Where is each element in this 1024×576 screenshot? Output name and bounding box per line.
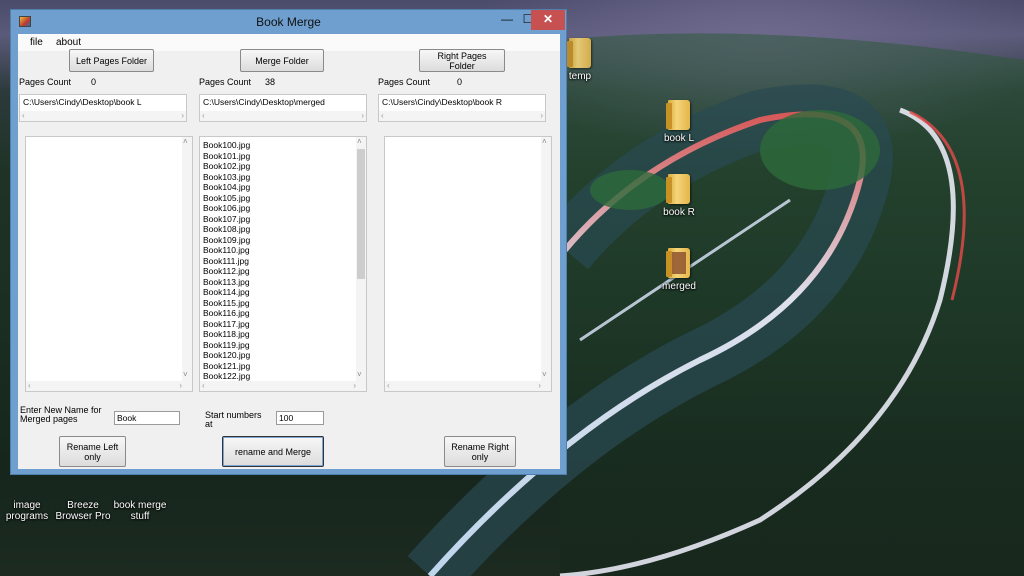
list-item[interactable]: Book108.jpg (203, 224, 250, 235)
new-name-input[interactable]: Book (114, 411, 180, 425)
left-path-field[interactable]: C:\Users\Cindy\Desktop\book L ‹ › (19, 94, 187, 122)
list-item[interactable]: Book113.jpg (203, 277, 250, 288)
list-item[interactable]: Book102.jpg (203, 161, 250, 172)
scroll-left-icon[interactable]: ‹ (381, 111, 384, 121)
title-bar[interactable]: Book Merge — ☐ ✕ (11, 10, 566, 33)
horizontal-scrollbar[interactable]: ‹ › (26, 381, 184, 391)
folder-icon (666, 248, 690, 278)
desktop-icon-merged[interactable]: merged (644, 248, 714, 292)
desktop-icon-book-merge-stuff[interactable]: book merge stuff (105, 470, 175, 522)
scroll-right-icon[interactable]: › (179, 381, 182, 391)
right-pages-count-label: Pages Count (378, 77, 431, 87)
window-client-area: file about Left Pages Folder Merge Folde… (18, 34, 560, 469)
scroll-up-icon[interactable]: ˄ (357, 137, 362, 146)
left-files-list[interactable]: ˄ ˅ ‹ › (25, 136, 193, 392)
list-item[interactable]: Book107.jpg (203, 214, 250, 225)
merge-pages-count-value: 38 (265, 77, 276, 87)
right-path-field[interactable]: C:\Users\Cindy\Desktop\book R ‹ › (378, 94, 546, 122)
horizontal-scrollbar[interactable]: ‹ › (20, 111, 186, 121)
scroll-up-icon[interactable]: ˄ (183, 137, 188, 146)
list-item[interactable]: Book122.jpg (203, 371, 250, 382)
merged-files-list[interactable]: Book100.jpg Book101.jpg Book102.jpg Book103… (199, 136, 367, 392)
right-files-list[interactable]: ˄ ˅ ‹ › (384, 136, 552, 392)
horizontal-scrollbar[interactable]: ‹ › (200, 381, 358, 391)
left-pages-count-value: 0 (91, 77, 97, 87)
rename-and-merge-button[interactable]: rename and Merge (222, 436, 324, 467)
list-item[interactable]: Book109.jpg (203, 235, 250, 246)
list-item[interactable]: Book105.jpg (203, 193, 250, 204)
scroll-down-icon[interactable]: ˅ (357, 370, 362, 379)
scroll-right-icon[interactable]: › (540, 111, 543, 121)
desktop-icon-book-r[interactable]: book R (644, 174, 714, 218)
folder-icon (666, 174, 690, 204)
merge-path-text: C:\Users\Cindy\Desktop\merged (203, 97, 325, 107)
horizontal-scrollbar[interactable]: ‹ › (379, 111, 545, 121)
list-item[interactable]: Book117.jpg (203, 319, 250, 330)
list-item[interactable]: Book111.jpg (203, 256, 249, 267)
menu-file[interactable]: file (30, 37, 43, 48)
list-item[interactable]: Book121.jpg (203, 361, 250, 372)
scroll-left-icon[interactable]: ‹ (202, 111, 205, 121)
vertical-scrollbar[interactable]: ˄ ˅ (541, 137, 551, 391)
start-numbers-label: Start numbers at (205, 410, 262, 429)
menu-about[interactable]: about (56, 37, 81, 48)
scroll-left-icon[interactable]: ‹ (387, 381, 390, 391)
merge-folder-button[interactable]: Merge Folder (240, 49, 324, 72)
folder-icon (567, 38, 591, 68)
list-item[interactable]: Book115.jpg (203, 298, 250, 309)
start-number-input[interactable]: 100 (276, 411, 324, 425)
list-item[interactable]: Book114.jpg (203, 287, 250, 298)
desktop-icon-label: image programs (5, 500, 49, 522)
right-path-text: C:\Users\Cindy\Desktop\book R (382, 97, 502, 107)
horizontal-scrollbar[interactable]: ‹ › (200, 111, 366, 121)
horizontal-scrollbar[interactable]: ‹ › (385, 381, 543, 391)
scroll-right-icon[interactable]: › (353, 381, 356, 391)
list-item[interactable]: Book118.jpg (203, 329, 250, 340)
scroll-right-icon[interactable]: › (361, 111, 364, 121)
book-merge-window: Book Merge — ☐ ✕ file about Left Pages F… (10, 9, 567, 475)
list-item[interactable]: Book100.jpg (203, 140, 250, 151)
right-pages-folder-button[interactable]: Right Pages Folder (419, 49, 505, 72)
window-title: Book Merge (256, 15, 321, 29)
desktop-icon-label: merged (662, 281, 696, 292)
list-item[interactable]: Book104.jpg (203, 182, 250, 193)
list-item[interactable]: Book119.jpg (203, 340, 250, 351)
scroll-left-icon[interactable]: ‹ (22, 111, 25, 121)
scroll-right-icon[interactable]: › (538, 381, 541, 391)
desktop-icon-label: book R (663, 207, 695, 218)
scroll-up-icon[interactable]: ˄ (542, 137, 547, 146)
list-item[interactable]: Book116.jpg (203, 308, 250, 319)
list-item[interactable]: Book106.jpg (203, 203, 250, 214)
desktop-icon-label: Breeze Browser Pro (55, 500, 111, 522)
right-pages-count-value: 0 (457, 77, 463, 87)
desktop-icon-label: book L (663, 133, 695, 144)
list-item[interactable]: Book103.jpg (203, 172, 250, 183)
list-item[interactable]: Book120.jpg (203, 350, 250, 361)
scroll-right-icon[interactable]: › (181, 111, 184, 121)
list-item[interactable]: Book112.jpg (203, 266, 250, 277)
left-pages-count-label: Pages Count (19, 77, 72, 87)
new-name-label: Enter New Name for Merged pages (20, 405, 102, 424)
desktop-icon-book-l[interactable]: book L (644, 100, 714, 144)
scroll-left-icon[interactable]: ‹ (28, 381, 31, 391)
folder-icon (666, 100, 690, 130)
left-path-text: C:\Users\Cindy\Desktop\book L (23, 97, 142, 107)
merge-pages-count-label: Pages Count (199, 77, 252, 87)
merge-path-field[interactable]: C:\Users\Cindy\Desktop\merged ‹ › (199, 94, 367, 122)
list-item[interactable]: Book101.jpg (203, 151, 250, 162)
list-item[interactable]: Book110.jpg (203, 245, 250, 256)
desktop-icon-label: book merge stuff (113, 500, 167, 522)
scroll-down-icon[interactable]: ˅ (183, 370, 188, 379)
rename-right-button[interactable]: Rename Right only (444, 436, 516, 467)
rename-left-button[interactable]: Rename Left only (59, 436, 126, 467)
scroll-down-icon[interactable]: ˅ (542, 370, 547, 379)
scroll-thumb[interactable] (357, 149, 365, 279)
vertical-scrollbar[interactable]: ˄ ˅ (182, 137, 192, 391)
left-pages-folder-button[interactable]: Left Pages Folder (69, 49, 154, 72)
vertical-scrollbar[interactable]: ˄ ˅ (356, 137, 366, 391)
close-button[interactable]: ✕ (531, 10, 565, 30)
desktop-icon-label: temp (568, 71, 592, 82)
scroll-left-icon[interactable]: ‹ (202, 381, 205, 391)
